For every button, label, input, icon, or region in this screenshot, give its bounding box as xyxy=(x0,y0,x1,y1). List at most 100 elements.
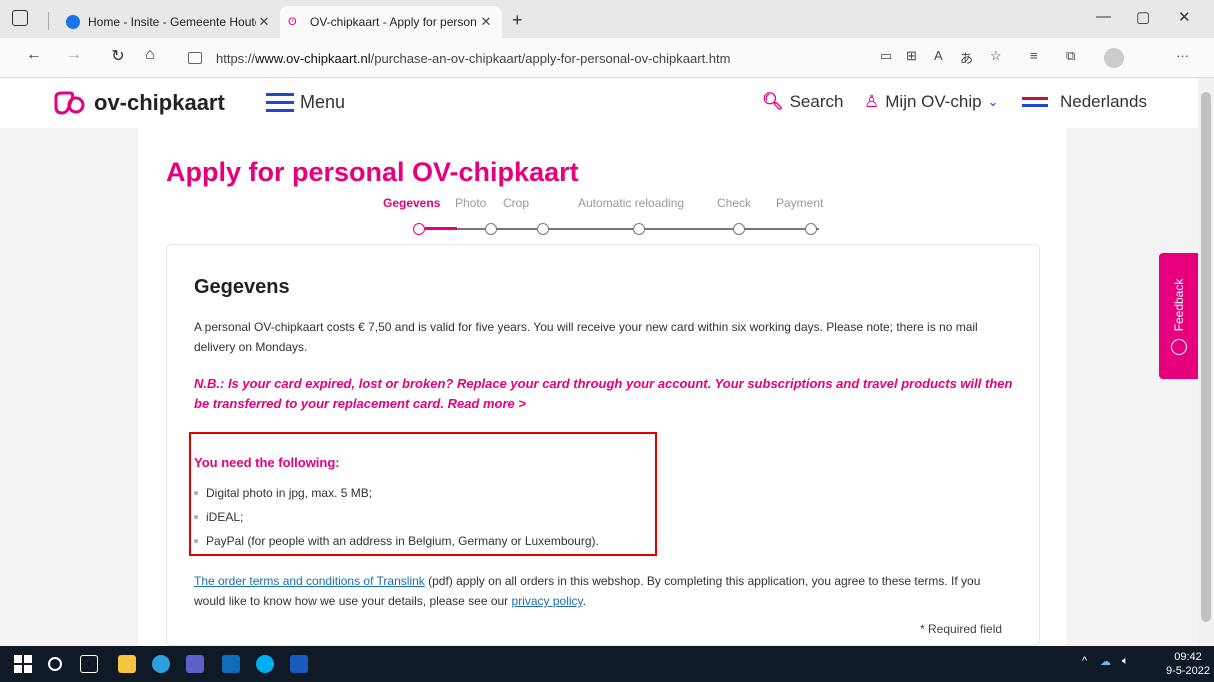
refresh-icon[interactable]: ↻ xyxy=(106,46,130,66)
step-dot-gegevens xyxy=(413,223,425,235)
site-header: ov-chipkaart Menu 🔍︎ Search ♙ Mijn OV-ch… xyxy=(0,78,1198,128)
more-options-icon[interactable]: ··· xyxy=(1176,48,1189,63)
task-view-icon[interactable] xyxy=(80,655,98,673)
apps-icon[interactable]: ⊞ xyxy=(906,48,917,64)
windows-start-icon[interactable] xyxy=(14,655,32,673)
taskbar-clock[interactable]: 09:42 9-5-2022 xyxy=(1166,650,1210,678)
close-tab-icon[interactable]: ✕ xyxy=(256,14,272,30)
required-field-note: * Required field xyxy=(920,622,1003,636)
list-item: iDEAL; xyxy=(194,505,599,529)
new-tab-icon[interactable]: + xyxy=(512,10,523,31)
page-scrollbar[interactable] xyxy=(1198,78,1214,646)
tab-ov-chipkaart[interactable]: ʘ OV-chipkaart - Apply for person ✕ xyxy=(280,6,502,38)
dutch-flag-icon xyxy=(1022,97,1048,107)
skype-icon[interactable] xyxy=(256,655,274,673)
requirements-title: You need the following: xyxy=(194,455,340,470)
minimize-icon[interactable]: — xyxy=(1096,8,1111,25)
site-info-icon[interactable] xyxy=(188,52,202,64)
step-label-crop: Crop xyxy=(503,196,530,210)
menu-button[interactable]: Menu xyxy=(266,92,345,113)
favorites-list-icon[interactable]: ≡ xyxy=(1030,48,1038,63)
tab-insite[interactable]: Home - Insite - Gemeente Houte ✕ xyxy=(58,6,280,38)
close-tab-icon[interactable]: ✕ xyxy=(478,14,494,30)
edge-browser-icon[interactable] xyxy=(152,655,170,673)
language-selector[interactable]: Nederlands xyxy=(1022,92,1147,112)
step-dot-crop xyxy=(537,223,549,235)
teams-icon[interactable] xyxy=(186,655,204,673)
feedback-label: Feedback xyxy=(1172,278,1186,332)
search-button[interactable]: 🔍︎ Search xyxy=(762,92,843,112)
url-prefix: https:// xyxy=(216,50,256,66)
site-logo[interactable]: ov-chipkaart xyxy=(52,90,225,116)
terms-link[interactable]: The order terms and conditions of Transl… xyxy=(194,574,425,588)
privacy-policy-link[interactable]: privacy policy xyxy=(512,594,583,608)
logo-text: ov-chipkaart xyxy=(94,90,225,115)
address-bar[interactable]: https://www.ov-chipkaart.nl/purchase-an-… xyxy=(188,44,868,72)
translate-icon[interactable]: あ xyxy=(960,48,973,67)
show-hidden-icons-icon[interactable]: ^ xyxy=(1082,655,1087,667)
read-aloud-icon[interactable]: A xyxy=(934,48,943,63)
ov-chipkaart-favicon-icon: ʘ xyxy=(288,16,297,28)
step-dot-payment xyxy=(805,223,817,235)
word-icon[interactable] xyxy=(290,655,308,673)
step-label-check: Check xyxy=(717,196,752,210)
profile-avatar[interactable] xyxy=(1104,48,1124,68)
terms-text: The order terms and conditions of Transl… xyxy=(194,571,1014,611)
step-label-photo: Photo xyxy=(455,196,487,210)
user-icon: ♙ xyxy=(864,92,880,111)
home-icon[interactable]: ⌂ xyxy=(138,46,162,64)
step-label-automatic-reloading: Automatic reloading xyxy=(578,196,685,210)
windows-taskbar: ^ ☁ 🔈︎ 09:42 9-5-2022 xyxy=(0,646,1214,682)
favorite-icon[interactable]: ☆ xyxy=(990,48,1002,64)
forward-icon[interactable]: → xyxy=(62,46,86,64)
collections-icon[interactable]: ⧉ xyxy=(1066,48,1075,64)
tab-title: Home - Insite - Gemeente Houte xyxy=(88,15,256,29)
volume-icon[interactable]: 🔈︎ xyxy=(1122,655,1129,668)
requirements-list: Digital photo in jpg, max. 5 MB; iDEAL; … xyxy=(194,481,599,553)
outlook-icon[interactable] xyxy=(222,655,240,673)
url-path: /purchase-an-ov-chipkaart/apply-for-pers… xyxy=(370,50,731,66)
tab-title: OV-chipkaart - Apply for person xyxy=(310,15,477,29)
section-title: Gegevens xyxy=(194,276,290,298)
step-label-payment: Payment xyxy=(776,196,824,210)
terms-end: . xyxy=(582,594,586,608)
back-icon[interactable]: ← xyxy=(22,46,46,64)
hamburger-icon xyxy=(266,92,294,113)
file-explorer-icon[interactable] xyxy=(118,655,136,673)
url-host: www.ov-chipkaart.nl xyxy=(255,50,371,66)
step-dot-automatic-reloading xyxy=(633,223,645,235)
step-progress xyxy=(413,223,819,235)
intro-text: A personal OV-chipkaart costs € 7,50 and… xyxy=(194,320,978,354)
insite-favicon-icon xyxy=(66,15,80,29)
menu-label: Menu xyxy=(300,92,346,112)
search-label: Search xyxy=(789,92,844,111)
step-dot-photo xyxy=(485,223,497,235)
account-label: Mijn OV-chip xyxy=(885,92,982,111)
clock-time: 09:42 xyxy=(1174,651,1202,663)
language-label: Nederlands xyxy=(1060,92,1147,111)
page-title: Apply for personal OV-chipkaart xyxy=(166,157,579,187)
step-line-active xyxy=(425,227,457,230)
nb-replace-card-link[interactable]: N.B.: Is your card expired, lost or brok… xyxy=(194,374,1014,414)
reading-view-icon[interactable]: ▭ xyxy=(880,48,892,64)
feedback-button[interactable]: Feedback xyxy=(1159,253,1199,379)
search-icon: 🔍︎ xyxy=(762,92,784,111)
clock-date: 9-5-2022 xyxy=(1166,665,1211,677)
tab-actions-icon[interactable] xyxy=(12,10,28,26)
ov-chipkaart-logo-icon xyxy=(54,91,85,115)
tab-separator xyxy=(48,12,49,30)
browser-tab-strip: Home - Insite - Gemeente Houte ✕ ʘ OV-ch… xyxy=(0,0,1214,38)
browser-toolbar: ← → ↻ ⌂ https://www.ov-chipkaart.nl/purc… xyxy=(0,38,1214,78)
step-dot-check xyxy=(733,223,745,235)
mijn-ov-chip-dropdown[interactable]: ♙ Mijn OV-chip ⌄ xyxy=(864,92,999,112)
step-label-gegevens: Gegevens xyxy=(383,196,441,210)
scrollbar-thumb[interactable] xyxy=(1201,92,1211,622)
feedback-icon xyxy=(1171,339,1187,355)
list-item: Digital photo in jpg, max. 5 MB; xyxy=(194,481,599,505)
search-icon[interactable] xyxy=(48,657,62,671)
chevron-down-icon: ⌄ xyxy=(987,94,999,109)
restore-icon[interactable]: ▢ xyxy=(1136,8,1150,26)
list-item: PayPal (for people with an address in Be… xyxy=(194,529,599,553)
close-window-icon[interactable]: ✕ xyxy=(1178,8,1191,26)
onedrive-icon[interactable]: ☁ xyxy=(1100,655,1111,668)
